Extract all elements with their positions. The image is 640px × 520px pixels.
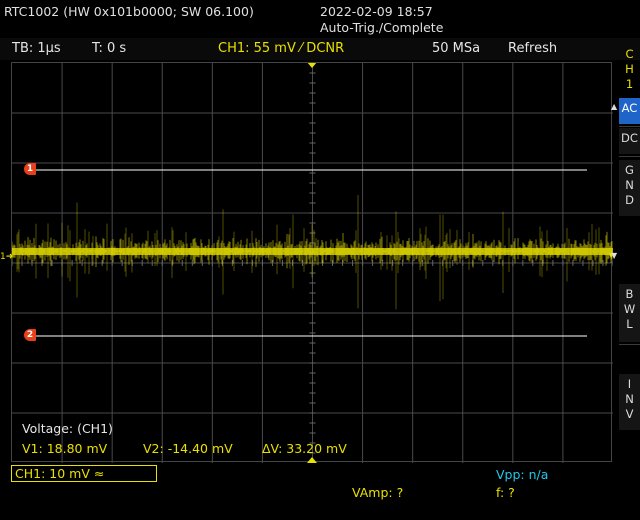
arrow-up-icon: ▲ [611, 102, 618, 111]
button-label-char: N [625, 178, 634, 192]
coupling-gnd-button[interactable]: G N D [619, 160, 640, 216]
button-label: AC [621, 101, 638, 115]
waveform-svg [11, 62, 614, 463]
timebase[interactable]: TB: 1µs [12, 41, 61, 56]
divider [619, 344, 640, 345]
bottom-position-marker [307, 457, 317, 463]
button-label-char: D [625, 193, 634, 207]
button-label-char: L [626, 317, 633, 331]
sample-rate[interactable]: 50 MSa [432, 41, 480, 56]
button-label-char: N [625, 392, 634, 406]
frequency-measurement: f: ? [496, 485, 515, 500]
cursor-v1: V1: 18.80 mV [22, 441, 108, 456]
datetime: 2022-02-09 18:57 [320, 4, 433, 19]
arrow-right-icon: ➜ [5, 252, 14, 262]
device-info: RTC1002 (HW 0x101b0000; SW 06.100) [4, 4, 254, 19]
sidebar-channel-label: C H 1 [621, 47, 638, 92]
bandwidth-limit-button[interactable]: B W L [619, 284, 640, 342]
button-label-char: I [627, 377, 632, 391]
button-label-char: V [625, 407, 634, 421]
button-label-char: W [623, 302, 636, 316]
button-label: DC [621, 131, 638, 145]
sidebar-channel-char: C [625, 47, 634, 61]
trigger-position-marker[interactable] [307, 62, 317, 68]
coupling-ac-button[interactable]: AC [619, 98, 640, 124]
cursor-readout-title: Voltage: (CH1) [22, 421, 113, 436]
trigger-time[interactable]: T: 0 s [92, 41, 126, 56]
ch1-info[interactable]: CH1: 55 mV ⁄ DCNR [218, 41, 344, 56]
coupling-dc-button[interactable]: DC [619, 128, 640, 154]
button-label-char: B [625, 287, 634, 301]
vamp-measurement: VAmp: ? [352, 485, 404, 500]
trigger-status: Auto-Trig./Complete [320, 20, 444, 35]
waveform-display[interactable] [11, 62, 614, 463]
sidebar-channel-char: 1 [625, 77, 634, 91]
arrow-down-icon: ▼ [611, 251, 618, 260]
ch1-scale-box[interactable]: CH1: 10 mV ≈ [11, 465, 157, 482]
trace-core-band [12, 248, 613, 255]
acquisition-mode[interactable]: Refresh [508, 41, 557, 56]
cursor-1-marker[interactable]: 1 [24, 163, 36, 175]
cursor-delta-v: ΔV: 33.20 mV [262, 441, 347, 456]
ch1-ground-marker[interactable]: 1➜ [0, 252, 13, 262]
cursor-v2: V2: -14.40 mV [143, 441, 233, 456]
cursor-2-marker[interactable]: 2 [24, 329, 36, 341]
divider [619, 126, 640, 127]
divider [619, 156, 640, 157]
invert-button[interactable]: I N V [619, 374, 640, 430]
sidebar-channel-char: H [625, 62, 634, 76]
vpp-measurement: Vpp: n/a [496, 467, 549, 482]
button-label-char: G [625, 163, 634, 177]
